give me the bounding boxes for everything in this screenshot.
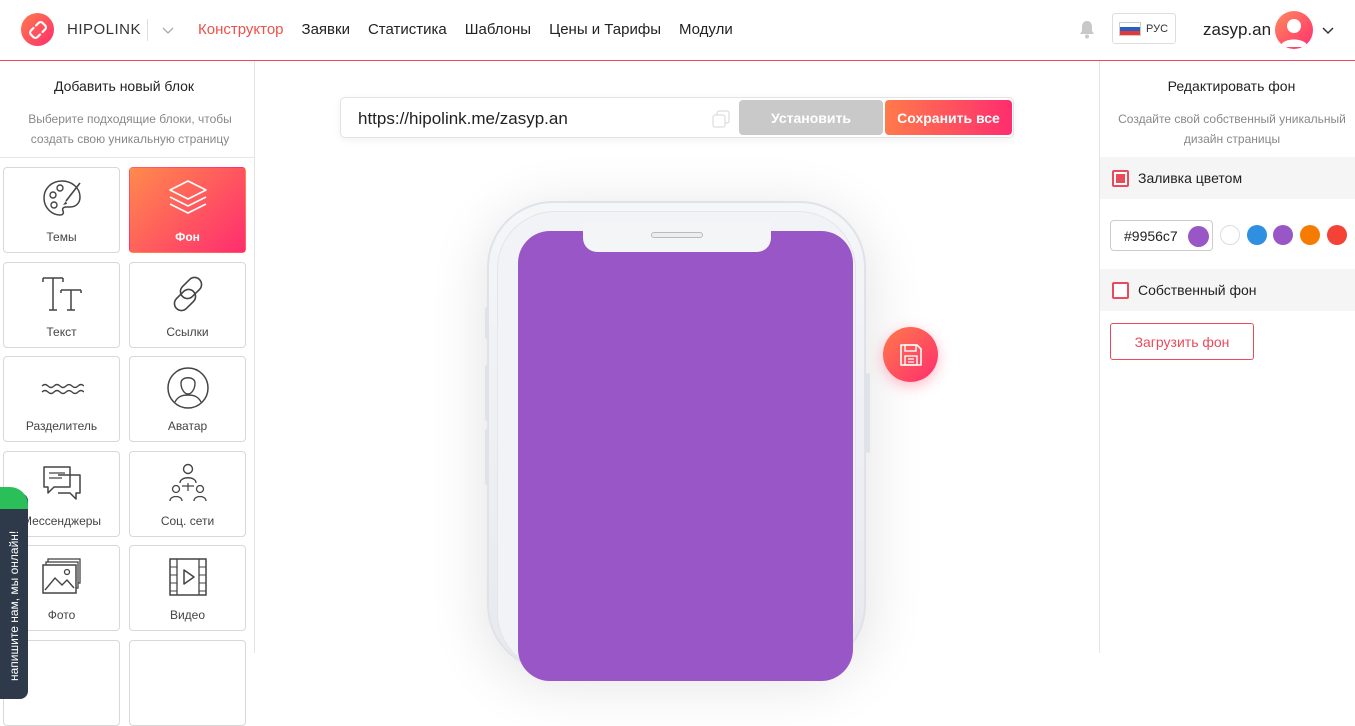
tile-label: Ссылки — [166, 325, 209, 339]
tile-label: Темы — [46, 230, 77, 244]
phone-speaker — [651, 232, 703, 238]
add-block-panel: Добавить новый блок Выберите подходящие … — [0, 61, 255, 726]
copy-icon[interactable] — [712, 110, 730, 128]
online-chat-tab[interactable]: напишите нам, мы онлайн! — [0, 487, 28, 699]
chevron-down-icon[interactable] — [1320, 22, 1336, 38]
swatch-purple[interactable] — [1273, 225, 1293, 245]
nav-statistics[interactable]: Статистика — [368, 21, 447, 38]
layers-icon — [169, 180, 207, 214]
url-bar: https://hipolink.me/zasyp.an Установить … — [340, 97, 1014, 138]
tile-video[interactable]: Видео — [129, 545, 246, 631]
tile-social[interactable]: Соц. сети — [129, 451, 246, 537]
edit-background-panel: Редактировать фон Создайте свой собствен… — [1099, 61, 1355, 653]
save-button[interactable] — [883, 327, 938, 382]
bell-icon[interactable] — [1078, 20, 1096, 40]
avatar[interactable] — [1275, 11, 1313, 49]
tile-label: Разделитель — [25, 419, 98, 433]
link-icon — [173, 276, 203, 312]
panel-title: Добавить новый блок — [53, 78, 195, 94]
brand-name: HIPOLINK — [67, 21, 142, 38]
user-avatar-icon — [1280, 19, 1308, 47]
phone-side-button — [485, 365, 489, 421]
phone-side-button — [485, 429, 489, 485]
swatch-white[interactable] — [1220, 225, 1240, 245]
russia-flag-icon — [1119, 21, 1141, 36]
tile-divider[interactable]: Разделитель — [3, 356, 120, 442]
chat-bubbles-icon — [43, 466, 81, 500]
nav-constructor[interactable]: Конструктор — [198, 21, 284, 38]
tile-avatar[interactable]: Аватар — [129, 356, 246, 442]
tile-label: Соц. сети — [160, 514, 215, 528]
text-icon — [42, 277, 82, 311]
divider — [0, 157, 254, 158]
language-selector[interactable]: РУС — [1112, 13, 1176, 44]
tile-text[interactable]: Текст — [3, 262, 120, 348]
people-network-icon — [169, 463, 207, 502]
phone-side-button — [485, 307, 489, 339]
link-logo-icon — [28, 20, 47, 39]
language-label: РУС — [1146, 22, 1169, 35]
panel-title: Редактировать фон — [1167, 78, 1296, 94]
color-fill-label: Заливка цветом — [1138, 170, 1243, 186]
tile-themes[interactable]: Темы — [3, 167, 120, 253]
panel-subtitle: Создайте свой собственный уникальный диз… — [1118, 112, 1346, 146]
color-fill-checkbox[interactable] — [1112, 170, 1129, 187]
online-chat-label: напишите нам, мы онлайн! — [7, 530, 21, 682]
wave-divider-icon — [41, 383, 84, 395]
avatar-icon — [167, 367, 209, 409]
color-fill-option[interactable]: Заливка цветом — [1100, 157, 1355, 199]
nav-pricing[interactable]: Цены и Тарифы — [549, 21, 661, 38]
phone-preview — [485, 201, 870, 681]
phone-side-button — [866, 373, 870, 453]
tile-label: Аватар — [167, 419, 208, 433]
nav-requests[interactable]: Заявки — [302, 21, 350, 38]
color-hex-value: #9956c7 — [1124, 228, 1178, 244]
nav-modules[interactable]: Модули — [679, 21, 733, 38]
main-nav: Конструктор Заявки Статистика Шаблоны Це… — [198, 21, 751, 38]
divider — [147, 19, 148, 41]
chevron-down-icon[interactable] — [160, 22, 176, 38]
top-header: HIPOLINK Конструктор Заявки Статистика Ш… — [0, 0, 1355, 61]
panel-subtitle: Выберите подходящие блоки, чтобы создать… — [28, 112, 232, 146]
tile-label: Текст — [46, 325, 77, 339]
save-all-button[interactable]: Сохранить все — [885, 100, 1012, 135]
tile-label: Видео — [169, 608, 206, 622]
own-background-option[interactable]: Собственный фон — [1100, 269, 1355, 311]
upload-background-button[interactable]: Загрузить фон — [1110, 323, 1254, 360]
floppy-disk-icon — [899, 343, 922, 366]
swatch-red[interactable] — [1327, 225, 1347, 245]
tile-background[interactable]: Фон — [129, 167, 246, 253]
photo-icon — [42, 558, 81, 594]
phone-frame — [497, 211, 856, 681]
tile-links[interactable]: Ссылки — [129, 262, 246, 348]
color-hex-input[interactable]: #9956c7 — [1110, 220, 1213, 251]
swatch-orange[interactable] — [1300, 225, 1320, 245]
swatch-blue[interactable] — [1247, 225, 1267, 245]
install-button[interactable]: Установить — [739, 100, 883, 135]
nav-templates[interactable]: Шаблоны — [465, 21, 531, 38]
own-background-label: Собственный фон — [1138, 282, 1257, 298]
current-color-swatch — [1188, 226, 1209, 247]
phone-screen[interactable] — [518, 231, 853, 681]
video-icon — [169, 558, 207, 596]
palette-icon — [43, 180, 81, 216]
username[interactable]: zasyp.an — [1203, 20, 1271, 40]
tile-label: Фон — [175, 230, 200, 244]
hipolink-logo[interactable] — [21, 13, 54, 46]
page-url[interactable]: https://hipolink.me/zasyp.an — [358, 109, 568, 129]
own-background-checkbox[interactable] — [1112, 282, 1129, 299]
